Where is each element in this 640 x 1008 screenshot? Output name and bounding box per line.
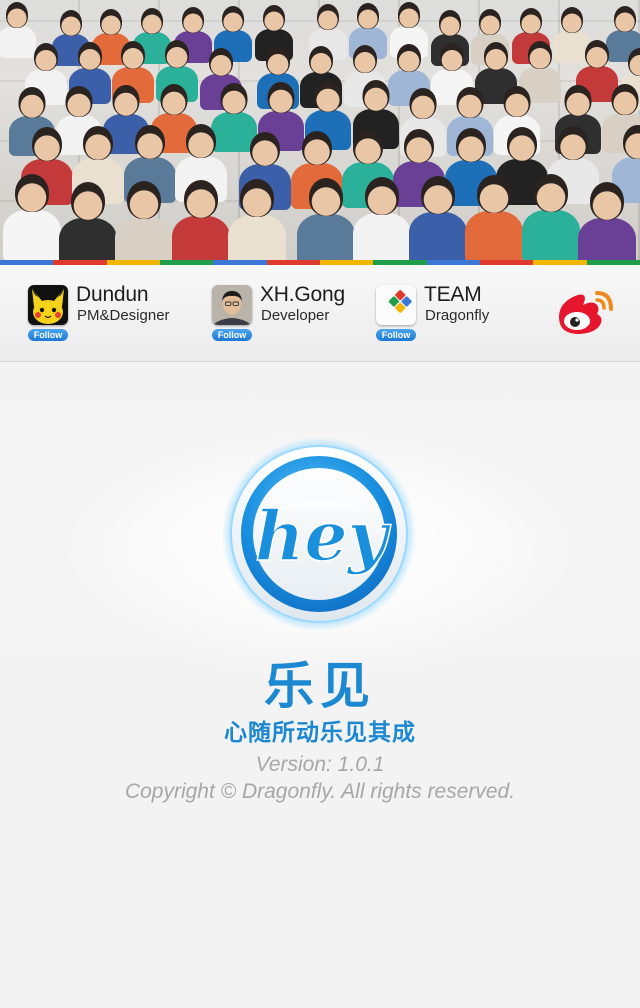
team-logo-icon[interactable] [376, 285, 416, 325]
profile-dundun[interactable]: Follow Dundun PM&Designer [28, 283, 198, 345]
profile-name[interactable]: Dundun [76, 283, 149, 307]
profile-name[interactable]: XH.Gong [260, 283, 345, 307]
team-photo [0, 0, 640, 260]
profile-team[interactable]: Follow TEAM Dragonfly [376, 283, 546, 345]
photo-person [59, 182, 118, 260]
hey-logo-icon: hey [221, 436, 417, 632]
follow-button-dundun[interactable]: Follow [28, 329, 68, 341]
pikachu-avatar-icon[interactable] [28, 285, 68, 325]
weibo-icon[interactable] [553, 287, 615, 337]
profile-role: Dragonfly [425, 307, 490, 324]
photo-person [296, 178, 355, 260]
profile-xh-gong[interactable]: Follow XH.Gong Developer [212, 283, 382, 345]
version-text: Version: 1.0.1 [255, 753, 385, 776]
app-name: 乐见 [264, 657, 376, 715]
logo-text: hey [255, 497, 392, 577]
profile-role: PM&Designer [77, 307, 170, 324]
photo-person [115, 181, 174, 260]
person-avatar-icon[interactable] [212, 285, 252, 325]
photo-person [465, 175, 524, 260]
app-slogan: 心随所动乐见其成 [224, 720, 416, 746]
photo-person [521, 174, 580, 260]
profiles-bar: Follow Dundun PM&Designer Follow XH.Gong… [0, 265, 640, 362]
copyright-text: Copyright © Dragonfly. All rights reserv… [124, 780, 516, 803]
photo-person [409, 176, 468, 260]
follow-button-team[interactable]: Follow [376, 329, 416, 341]
photo-person [577, 182, 636, 260]
profile-role: Developer [261, 307, 330, 324]
photo-person [171, 180, 230, 260]
follow-button-xh-gong[interactable]: Follow [212, 329, 252, 341]
photo-person [353, 177, 412, 260]
photo-person [227, 179, 286, 260]
profile-name[interactable]: TEAM [424, 283, 482, 307]
photo-person [3, 174, 61, 260]
about-screen: Follow Dundun PM&Designer Follow XH.Gong… [0, 0, 640, 1008]
